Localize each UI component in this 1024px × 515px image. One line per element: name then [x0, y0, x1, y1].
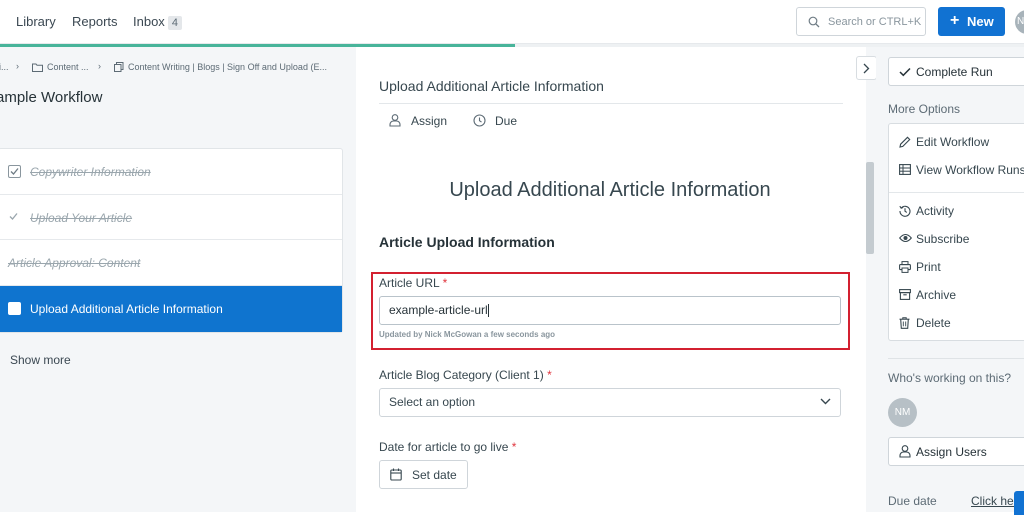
task-sidebar: i... › Content ... › Content Writing | B… [0, 47, 356, 512]
user-icon [389, 114, 401, 127]
set-date-label: Set date [412, 468, 457, 482]
folder-icon [32, 63, 43, 72]
top-nav: Library Reports Inbox 4 Search or CTRL+K … [0, 0, 1024, 44]
blog-category-select[interactable]: Select an option [379, 388, 841, 417]
required-marker: * [511, 440, 517, 454]
due-label: Due [495, 114, 518, 128]
section-heading: Article Upload Information [379, 234, 555, 250]
set-date-button[interactable]: Set date [379, 460, 468, 489]
chevron-right-icon: › [16, 61, 19, 71]
menu-divider [889, 192, 1024, 193]
subscribe-label: Subscribe [916, 232, 970, 246]
task-content: Upload Additional Article Information As… [356, 47, 866, 512]
blog-category-label: Article Blog Category (Client 1) * [379, 368, 552, 382]
text-caret [487, 304, 489, 318]
plus-icon: + [950, 12, 960, 29]
chevron-right-icon: › [98, 61, 101, 71]
print-label: Print [916, 260, 941, 274]
complete-run-label: Complete Run [916, 65, 993, 79]
delete-label: Delete [916, 316, 951, 330]
workflow-title: ample Workflow [0, 89, 103, 106]
checkmark-icon [9, 212, 18, 220]
search-input[interactable]: Search or CTRL+K [796, 7, 926, 36]
chevron-right-icon [863, 63, 870, 74]
task-checkbox[interactable] [8, 165, 21, 178]
help-widget-button[interactable] [1014, 491, 1024, 515]
edit-workflow-label: Edit Workflow [916, 135, 990, 149]
checkmark-icon [899, 67, 911, 77]
task-checkbox[interactable] [8, 301, 21, 315]
assign-label: Assign [411, 114, 448, 128]
archive-label: Archive [916, 288, 957, 302]
assignee-avatar[interactable]: NM [888, 398, 917, 427]
divider [379, 103, 843, 104]
eye-icon [899, 233, 912, 243]
assign-users-label: Assign Users [916, 445, 987, 459]
more-options-heading: More Options [888, 102, 961, 116]
nav-inbox-label: Inbox [133, 14, 165, 29]
who-working-heading: Who's working on this? [888, 371, 1012, 385]
breadcrumb-item-folder[interactable]: Content ... [47, 62, 89, 72]
new-button-label: New [967, 14, 994, 29]
blog-category-value: Select an option [389, 395, 476, 409]
breadcrumb-item-root[interactable]: i... [0, 62, 9, 72]
task-item-copywriter-information[interactable]: Copywriter Information [0, 149, 342, 195]
nav-reports[interactable]: Reports [72, 14, 118, 29]
task-list: Copywriter Information Upload Your Artic… [0, 148, 343, 333]
user-icon [899, 445, 911, 458]
search-placeholder: Search or CTRL+K [828, 16, 922, 28]
clock-icon [473, 114, 486, 127]
task-label: Upload Your Article [30, 210, 133, 225]
divider [888, 358, 1024, 359]
more-options-menu: Edit Workflow View Workflow Runs Activit… [888, 123, 1024, 341]
inbox-count-badge: 4 [167, 16, 182, 30]
due-date-heading: Due date [888, 494, 937, 508]
printer-icon [899, 261, 911, 273]
content-scrollbar[interactable] [866, 47, 876, 512]
run-options-panel: Complete Run More Options Edit Workflow … [876, 47, 1024, 515]
task-checkbox[interactable] [8, 211, 21, 224]
table-icon [899, 164, 911, 175]
archive-icon [899, 289, 911, 300]
nav-library[interactable]: Library [16, 14, 56, 29]
form-title: Upload Additional Article Information [449, 179, 771, 201]
task-item-upload-your-article[interactable]: Upload Your Article [0, 195, 342, 240]
task-label: Upload Additional Article Information [30, 301, 223, 316]
view-workflow-runs-label: View Workflow Runs [916, 163, 1024, 177]
updated-by-note: Updated by Nick McGowan a few seconds ag… [379, 330, 556, 339]
collapse-panel-button[interactable] [856, 56, 877, 80]
nav-inbox[interactable]: Inbox 4 [133, 14, 182, 30]
pencil-icon [899, 136, 911, 148]
go-live-date-label: Date for article to go live * [379, 440, 516, 454]
user-avatar[interactable]: N [1015, 10, 1024, 34]
required-marker: * [547, 368, 552, 382]
blog-category-label-text: Article Blog Category (Client 1) [379, 368, 544, 382]
checkmark-icon [10, 168, 19, 175]
trash-icon [899, 317, 910, 329]
history-icon [899, 205, 911, 217]
search-icon [808, 16, 820, 28]
article-url-value: example-article-url [389, 303, 488, 317]
article-url-input[interactable]: example-article-url [379, 296, 841, 325]
breadcrumb-item-workflow[interactable]: Content Writing | Blogs | Sign Off and U… [128, 62, 327, 72]
calendar-icon [390, 468, 402, 481]
task-label: Article Approval: Content [8, 256, 141, 270]
article-url-label: Article URL * [379, 276, 447, 290]
scrollbar-thumb[interactable] [866, 162, 874, 254]
copy-icon [114, 62, 124, 72]
complete-run-button[interactable]: Complete Run [888, 57, 1024, 86]
task-item-article-approval[interactable]: Article Approval: Content [0, 240, 342, 286]
chevron-down-icon [820, 398, 831, 405]
assign-users-button[interactable]: Assign Users [888, 437, 1024, 466]
task-header-title: Upload Additional Article Information [379, 78, 604, 94]
new-button[interactable]: + New [938, 7, 1005, 36]
go-live-date-label-text: Date for article to go live [379, 440, 509, 454]
show-more-link[interactable]: Show more [10, 353, 71, 367]
task-label: Copywriter Information [30, 165, 151, 179]
activity-label: Activity [916, 204, 955, 218]
required-marker: * [442, 276, 448, 290]
task-item-upload-additional-info[interactable]: Upload Additional Article Information [0, 285, 342, 332]
article-url-label-text: Article URL [379, 276, 440, 290]
